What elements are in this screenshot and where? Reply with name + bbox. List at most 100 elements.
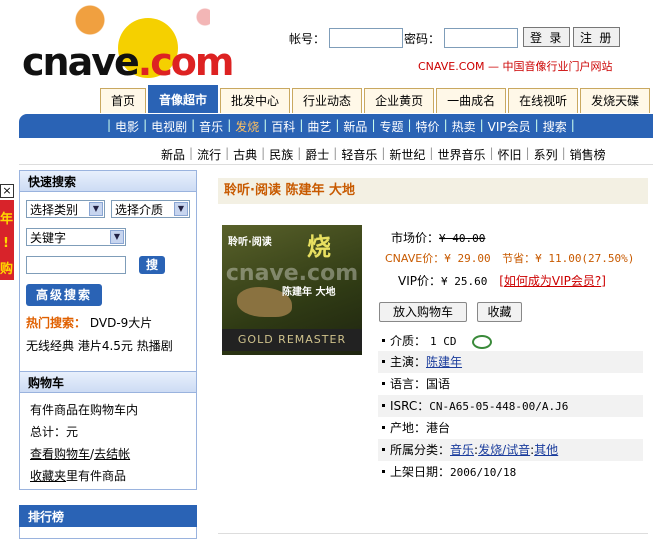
tab-audiophile[interactable]: 发烧天碟 — [580, 88, 651, 113]
product-title: 聆听·阅读 陈建年 大地 — [218, 178, 648, 204]
medium-select[interactable]: 选择介质 ▼ — [111, 200, 190, 218]
ranking-box: 排行榜 — [19, 505, 197, 539]
hot-search-link[interactable]: 无线经典 — [26, 339, 74, 353]
category-link-audiophile[interactable]: 发烧/试音 — [478, 443, 530, 457]
category-link-other[interactable]: 其他 — [534, 443, 558, 457]
sub-jazz[interactable]: 爵士 — [301, 146, 333, 163]
chevron-down-icon: ▼ — [110, 230, 124, 244]
language-row: 语言：国语 — [378, 373, 643, 395]
hot-search-label: 热门搜索： — [26, 316, 87, 330]
sub-new-age[interactable]: 新世纪 — [385, 146, 429, 163]
cd-icon — [472, 334, 493, 349]
quick-search-box: 快速搜索 选择类别 ▼ 选择介质 ▼ 关键字 ▼ 搜 高级搜索 热门搜索： DVD-9… — [19, 170, 197, 382]
hot-search-row-2: 无线经典 港片4.5元 热播剧 — [26, 337, 173, 354]
view-cart-link[interactable]: 查看购物车 — [30, 447, 90, 461]
market-price-row: 市场价：¥ 40.00 — [391, 231, 486, 245]
site-slogan: CNAVE.COM — 中国音像行业门户网站 — [418, 60, 613, 73]
tab-one-song-fame[interactable]: 一曲成名 — [436, 88, 507, 113]
hot-search-link[interactable]: DVD-9大片 — [90, 316, 152, 330]
sub-light-music[interactable]: 轻音乐 — [337, 146, 381, 163]
chevron-down-icon: ▼ — [89, 202, 103, 216]
cover-subtitle: 陈建年 大地 — [282, 287, 336, 298]
sub-world-music[interactable]: 世界音乐 — [433, 146, 489, 163]
search-input[interactable] — [26, 256, 126, 274]
cnave-price: ¥ 29.00 — [444, 252, 491, 265]
hot-search-link[interactable]: 热播剧 — [137, 339, 173, 353]
password-label: 密码： — [404, 31, 441, 46]
nav-topics[interactable]: 专题 — [375, 118, 407, 135]
ad-close-icon[interactable]: × — [0, 184, 14, 198]
vip-price: ¥ 25.60 — [441, 275, 488, 288]
become-vip-link[interactable]: 如何成为VIP会员? — [504, 274, 601, 288]
sub-nostalgia[interactable]: 怀旧 — [494, 146, 526, 163]
cart-item-count: 有件商品在购物车内 — [30, 403, 139, 417]
cnave-price-row: CNAVE价：¥ 29.00 节省：¥ 11.00(27.50%) — [385, 252, 635, 265]
market-price: ¥ 40.00 — [439, 232, 486, 245]
logo-text: cnave.com — [22, 40, 234, 84]
site-logo[interactable]: cnave.com — [0, 0, 240, 88]
register-button[interactable]: 注 册 — [573, 27, 621, 47]
isrc-row: ISRC：CN-A65-05-448-00/A.J6 — [378, 395, 643, 417]
divider — [218, 533, 648, 534]
add-to-cart-button[interactable]: 放入购物车 — [379, 302, 467, 322]
favorites-link[interactable]: 收藏夹 — [30, 469, 66, 483]
sub-folk[interactable]: 民族 — [265, 146, 297, 163]
tab-wholesale[interactable]: 批发中心 — [220, 88, 291, 113]
category-row: 所属分类：音乐:发烧/试音:其他 — [378, 439, 643, 461]
account-label: 帐号： — [289, 31, 326, 46]
chevron-down-icon: ▼ — [174, 202, 188, 216]
tab-home[interactable]: 首页 — [100, 88, 147, 113]
nav-special-price[interactable]: 特价 — [412, 118, 444, 135]
music-subnav: 新品 | 流行 | 古典 | 民族 | 爵士 | 轻音乐 | 新世纪 | 世界音乐 | 怀旧 | … — [19, 142, 653, 165]
category-link-music[interactable]: 音乐 — [450, 443, 474, 457]
nav-hot-sale[interactable]: 热卖 — [448, 118, 480, 135]
release-date-row: 上架日期：2006/10/18 — [378, 461, 643, 483]
hot-search: 热门搜索： DVD-9大片 — [26, 314, 152, 331]
category-select[interactable]: 选择类别 ▼ — [26, 200, 105, 218]
favorite-button[interactable]: 收藏 — [477, 302, 522, 322]
save-amount: ¥ 11.00(27.50%) — [535, 252, 635, 265]
cover-title: 聆听·阅读 — [228, 237, 272, 248]
tab-industry-news[interactable]: 行业动态 — [292, 88, 363, 113]
nav-encyclopedia[interactable]: 百科 — [267, 118, 299, 135]
artist-link[interactable]: 陈建年 — [426, 355, 462, 369]
cart-total: 总计：元 — [30, 425, 79, 439]
nav-search[interactable]: 搜索 — [539, 118, 571, 135]
tab-online-av[interactable]: 在线视听 — [508, 88, 579, 113]
tab-av-supermarket[interactable]: 音像超市 — [148, 85, 219, 113]
password-input[interactable] — [444, 28, 519, 48]
checkout-link[interactable]: 去结帐 — [94, 447, 130, 461]
nav-music[interactable]: 音乐 — [195, 118, 227, 135]
sub-classical[interactable]: 古典 — [229, 146, 261, 163]
category-nav-bar: | 电影 | 电视剧 | 音乐 | 发烧 | 百科 | 曲艺 | 新品 | 专题 | 特价 | 热卖… — [19, 114, 653, 138]
tab-yellow-pages[interactable]: 企业黄页 — [364, 88, 435, 113]
sub-pop[interactable]: 流行 — [193, 146, 225, 163]
ranking-title: 排行榜 — [19, 505, 197, 527]
floating-ad[interactable]: 年 ! 购 — [0, 200, 14, 280]
search-button[interactable]: 搜 — [139, 256, 165, 274]
ad-text-2: ! — [3, 236, 9, 251]
ad-text-3: 购 — [0, 262, 14, 277]
cart-links: 查看购物车/去结帐 — [30, 447, 131, 461]
sub-new[interactable]: 新品 — [157, 146, 189, 163]
advanced-search-button[interactable]: 高级搜索 — [26, 284, 102, 306]
hot-search-link[interactable]: 港片4.5元 — [78, 339, 133, 353]
cover-character: 烧 — [307, 233, 331, 261]
nav-vip[interactable]: VIP会员 — [484, 118, 535, 135]
ad-text-1: 年 — [0, 212, 14, 227]
sub-series[interactable]: 系列 — [530, 146, 562, 163]
account-input[interactable] — [329, 28, 404, 48]
sub-sales-chart[interactable]: 销售榜 — [566, 146, 610, 163]
album-cover-image[interactable]: 聆听·阅读 烧 cnave.com 陈建年 大地 GOLD REMASTER — [222, 225, 362, 355]
nav-movie[interactable]: 电影 — [111, 118, 143, 135]
keyword-type-select[interactable]: 关键字 ▼ — [26, 228, 126, 246]
nav-tv[interactable]: 电视剧 — [147, 118, 191, 135]
password-group: 密码： — [404, 27, 519, 49]
nav-new[interactable]: 新品 — [339, 118, 371, 135]
login-button[interactable]: 登 录 — [523, 27, 571, 47]
nav-opera[interactable]: 曲艺 — [303, 118, 335, 135]
favorites-line: 收藏夹里有件商品 — [30, 469, 127, 483]
quick-search-title: 快速搜索 — [19, 170, 197, 192]
nav-audiophile[interactable]: 发烧 — [231, 118, 263, 135]
cart-title: 购物车 — [19, 371, 197, 393]
